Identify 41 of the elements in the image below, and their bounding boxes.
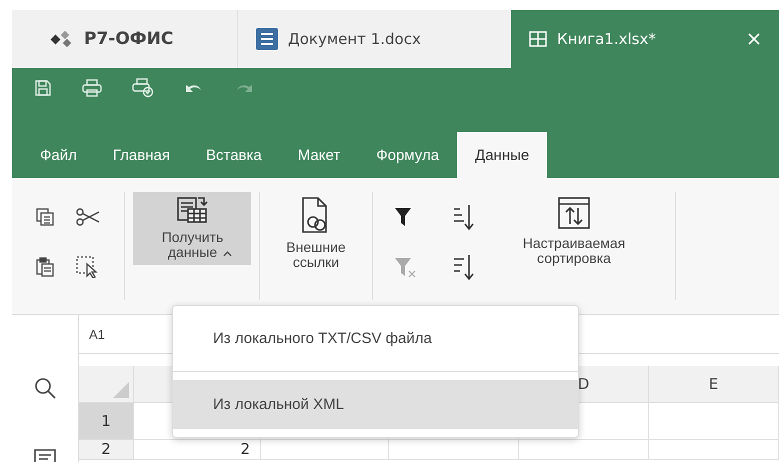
table-cell[interactable]: [389, 440, 519, 460]
table-cell[interactable]: [519, 440, 649, 460]
document-icon: [256, 28, 278, 50]
menu-tab[interactable]: Файл: [22, 132, 95, 178]
row-header[interactable]: 2: [79, 440, 134, 460]
table-cell[interactable]: [649, 440, 779, 460]
save-icon[interactable]: [34, 79, 52, 97]
copy-icon[interactable]: [36, 208, 54, 226]
caret-icon: [222, 250, 232, 257]
row-header[interactable]: 1: [79, 403, 134, 440]
table-cell[interactable]: 2: [134, 440, 261, 460]
menu-tab[interactable]: Главная: [94, 132, 188, 178]
table-cell[interactable]: [261, 440, 389, 460]
select-all-icon[interactable]: [76, 256, 98, 278]
menu-tab[interactable]: Макет: [280, 132, 358, 178]
paste-icon[interactable]: [36, 257, 54, 277]
close-icon[interactable]: [747, 32, 761, 46]
get-data-button[interactable]: Получить данные: [133, 192, 251, 265]
quick-print-icon[interactable]: [132, 78, 154, 98]
app-tab[interactable]: Книга1.xlsx*: [511, 10, 779, 68]
custom-sort-button[interactable]: Настраиваемая сортировка: [491, 192, 657, 271]
logo-icon: [50, 31, 74, 47]
table-icon: [529, 31, 547, 47]
menu-item[interactable]: Из локального TXT/CSV файла: [173, 314, 578, 363]
table-import-icon: [176, 196, 208, 224]
search-icon[interactable]: [34, 377, 56, 399]
menu-tab[interactable]: Формула: [358, 132, 458, 178]
table-cell[interactable]: [649, 403, 779, 440]
clear-filter-icon[interactable]: [395, 256, 417, 278]
menu-tab[interactable]: Данные: [457, 132, 548, 178]
column-header[interactable]: E: [649, 366, 779, 403]
sort-icon: [557, 196, 591, 230]
corner-cell[interactable]: [79, 366, 134, 403]
name-box[interactable]: A1: [79, 326, 105, 342]
menu-tab[interactable]: Вставка: [188, 132, 280, 178]
external-links-button[interactable]: Внешние ссылки: [268, 192, 364, 275]
scissors-icon[interactable]: [76, 208, 100, 226]
menu-item[interactable]: Из локальной XML: [173, 380, 578, 429]
print-icon[interactable]: [82, 79, 102, 97]
app-tab[interactable]: Документ 1.docx: [238, 10, 511, 68]
filter-icon[interactable]: [395, 208, 411, 226]
